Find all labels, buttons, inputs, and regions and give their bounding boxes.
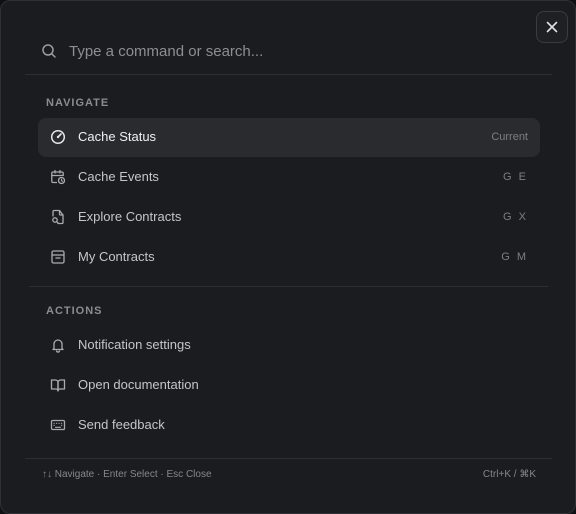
nav-item-cache-status[interactable]: Cache Status Current bbox=[38, 118, 540, 157]
action-item-label: Notification settings bbox=[78, 337, 191, 352]
archive-icon bbox=[51, 250, 65, 264]
search-icon bbox=[42, 44, 56, 58]
action-item-label: Open documentation bbox=[78, 377, 199, 392]
file-search-icon bbox=[52, 209, 64, 225]
book-open-icon bbox=[50, 379, 66, 392]
gauge-icon bbox=[50, 129, 66, 145]
nav-item-label: Cache Events bbox=[78, 169, 159, 184]
nav-item-explore-contracts[interactable]: Explore Contracts G X bbox=[38, 198, 540, 237]
keyboard-hints: ↑↓ Navigate · Enter Select · Esc Close bbox=[42, 469, 212, 480]
command-palette: NAVIGATE Cache Status Current Cache Even… bbox=[0, 0, 576, 514]
search-row bbox=[25, 27, 552, 75]
calendar-clock-icon bbox=[51, 169, 66, 185]
action-item-send-feedback[interactable]: Send feedback bbox=[38, 406, 540, 445]
keyboard-icon bbox=[50, 419, 66, 431]
section-label-navigate: NAVIGATE bbox=[46, 97, 110, 109]
shortcut-hint: Ctrl+K / ⌘K bbox=[482, 469, 536, 480]
bell-icon bbox=[52, 339, 64, 353]
section-divider bbox=[29, 286, 548, 287]
nav-item-my-contracts[interactable]: My Contracts G M bbox=[38, 238, 540, 277]
nav-item-hint: G E bbox=[503, 171, 528, 183]
action-item-open-documentation[interactable]: Open documentation bbox=[38, 366, 540, 405]
nav-item-label: Cache Status bbox=[78, 129, 157, 144]
section-label-actions: ACTIONS bbox=[46, 305, 103, 317]
nav-item-label: Explore Contracts bbox=[78, 209, 182, 224]
nav-item-cache-events[interactable]: Cache Events G E bbox=[38, 158, 540, 197]
action-item-label: Send feedback bbox=[78, 417, 165, 432]
nav-item-hint: Current bbox=[491, 131, 528, 143]
action-item-notification-settings[interactable]: Notification settings bbox=[38, 326, 540, 365]
nav-item-hint: G X bbox=[503, 211, 528, 223]
nav-item-hint: G M bbox=[501, 251, 528, 263]
search-input[interactable] bbox=[69, 39, 529, 63]
nav-item-label: My Contracts bbox=[78, 249, 155, 264]
palette-footer: ↑↓ Navigate · Enter Select · Esc Close C… bbox=[25, 458, 552, 490]
